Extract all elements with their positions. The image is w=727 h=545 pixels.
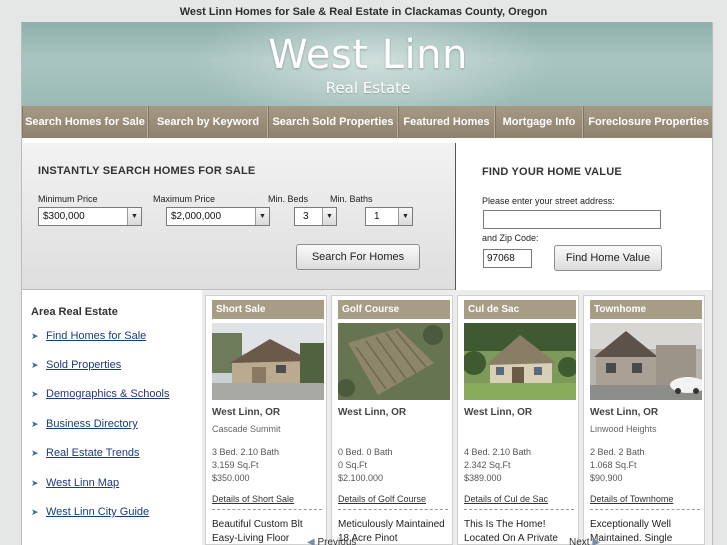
arrow-right-icon: ➤ [31, 331, 39, 341]
listing-card: Short Sale West Linn, OR Cascade Summit … [205, 295, 327, 545]
listing-beds-baths: 3 Bed. 2.10 Bath [212, 447, 280, 457]
site-frame: West Linn Real Estate Search Homes for S… [21, 22, 713, 545]
listing-sqft: 0 Sq.Ft [338, 460, 368, 470]
brand-name[interactable]: West Linn [22, 32, 712, 78]
listing-card: Townhome West Linn, OR Linwood Heights 2… [583, 295, 705, 545]
arrow-right-icon: ➤ [31, 478, 39, 488]
header-banner: West Linn Real Estate [22, 22, 712, 106]
nav-mortgage-info[interactable]: Mortgage Info [495, 106, 583, 138]
nav-featured-homes[interactable]: Featured Homes [398, 106, 495, 138]
listing-type: Cul de Sac [464, 300, 576, 319]
min-baths-label: Min. Baths [330, 194, 373, 204]
arrow-right-icon: ➤ [31, 448, 39, 458]
find-home-value-button[interactable]: Find Home Value [554, 245, 662, 271]
arrow-right-icon: ➤ [31, 507, 39, 517]
listing-description: Exceptionally Well Maintained. Single [590, 519, 673, 544]
page-title: West Linn Homes for Sale & Real Estate i… [179, 6, 548, 18]
sidebar-link-demographics[interactable]: ➤ Demographics & Schools [31, 388, 170, 400]
arrow-right-icon: ➤ [31, 419, 39, 429]
nav-search-keyword[interactable]: Search by Keyword [148, 106, 268, 138]
min-beds-label: Min. Beds [268, 194, 309, 204]
listing-type: Short Sale [212, 300, 324, 319]
listing-sqft: 1.068 Sq.Ft [590, 460, 637, 470]
listing-details-link[interactable]: Details of Cul de Sac [464, 494, 548, 504]
nav-foreclosure[interactable]: Foreclosure Properties [583, 106, 712, 138]
home-value-panel: FIND YOUR HOME VALUE Please enter your s… [455, 143, 712, 290]
next-link[interactable]: Next ▶ [569, 537, 600, 545]
sidebar-link-trends[interactable]: ➤ Real Estate Trends [31, 447, 140, 459]
home-value-heading: FIND YOUR HOME VALUE [482, 166, 622, 178]
street-address-input[interactable] [483, 210, 661, 229]
listing-details-link[interactable]: Details of Short Sale [212, 494, 294, 504]
chevron-down-icon: ▼ [127, 208, 141, 225]
listing-subdivision: Cascade Summit [212, 424, 281, 434]
listing-details-link[interactable]: Details of Golf Course [338, 494, 426, 504]
listing-type: Townhome [590, 300, 702, 319]
min-beds-value: 3 [303, 211, 309, 222]
divider [338, 509, 448, 510]
divider [212, 509, 322, 510]
listing-location: West Linn, OR [464, 407, 533, 418]
listing-photo[interactable] [212, 323, 324, 400]
search-for-homes-button[interactable]: Search For Homes [296, 244, 420, 270]
min-baths-select[interactable]: 1 ▼ [365, 207, 413, 226]
listing-beds-baths: 2 Bed. 2 Bath [590, 447, 645, 457]
brand-subtitle: Real Estate [325, 79, 411, 97]
zip-code-input[interactable]: 97068 [483, 249, 532, 268]
listing-sqft: 3.159 Sq.Ft [212, 460, 259, 470]
listing-sqft: 2.342 Sq.Ft [464, 460, 511, 470]
min-baths-value: 1 [374, 211, 380, 222]
min-price-value: $300,000 [43, 211, 85, 222]
divider [464, 509, 574, 510]
listing-beds-baths: 4 Bed. 2.10 Bath [464, 447, 532, 457]
listing-price: $350.000 [212, 473, 250, 483]
max-price-select[interactable]: $2,000,000 ▼ [166, 207, 270, 226]
main-nav: Search Homes for Sale Search by Keyword … [22, 106, 712, 138]
sidebar-link-city-guide[interactable]: ➤ West Linn City Guide [31, 506, 149, 518]
chevron-down-icon: ▼ [398, 208, 412, 225]
listing-location: West Linn, OR [212, 407, 281, 418]
listing-photo[interactable] [464, 323, 576, 400]
search-heading: INSTANTLY SEARCH HOMES FOR SALE [38, 165, 256, 177]
address-label: Please enter your street address: [482, 196, 615, 206]
search-panel: INSTANTLY SEARCH HOMES FOR SALE Minimum … [22, 143, 455, 290]
nav-search-homes[interactable]: Search Homes for Sale [22, 106, 148, 138]
listing-details-link[interactable]: Details of Townhome [590, 494, 673, 504]
listing-description: This Is The Home! Located On A Private [464, 519, 558, 544]
listing-location: West Linn, OR [590, 407, 659, 418]
arrow-right-icon: ➤ [31, 360, 39, 370]
chevron-left-icon: ◀ [307, 537, 318, 545]
chevron-right-icon: ▶ [589, 537, 601, 545]
sidebar-link-map[interactable]: ➤ West Linn Map [31, 477, 119, 489]
sidebar-link-business[interactable]: ➤ Business Directory [31, 418, 138, 430]
min-price-label: Minimum Price [38, 194, 98, 204]
sidebar-link-find-homes[interactable]: ➤ Find Homes for Sale [31, 330, 146, 342]
previous-link[interactable]: ◀ Previous [307, 537, 356, 545]
max-price-value: $2,000,000 [171, 211, 222, 222]
listing-card: Cul de Sac West Linn, OR 4 Bed. 2.10 Bat… [457, 295, 579, 545]
zip-label: and Zip Code: [482, 233, 539, 243]
listing-photo[interactable] [590, 323, 702, 400]
arrow-right-icon: ➤ [31, 389, 39, 399]
listing-type: Golf Course [338, 300, 450, 319]
listings-area: Short Sale West Linn, OR Cascade Summit … [202, 290, 712, 545]
nav-search-sold[interactable]: Search Sold Properties [268, 106, 398, 138]
listing-card: Golf Course West Linn, OR 0 Bed. 0 Bath … [331, 295, 453, 545]
listing-beds-baths: 0 Bed. 0 Bath [338, 447, 393, 457]
max-price-label: Maximum Price [153, 194, 216, 204]
sidebar-link-sold[interactable]: ➤ Sold Properties [31, 359, 121, 371]
min-beds-select[interactable]: 3 ▼ [294, 207, 337, 226]
divider [590, 509, 700, 510]
listing-subdivision: Linwood Heights [590, 424, 657, 434]
listing-price: $389.000 [464, 473, 502, 483]
sidebar-title: Area Real Estate [31, 306, 118, 318]
min-price-select[interactable]: $300,000 ▼ [38, 207, 142, 226]
chevron-down-icon: ▼ [322, 208, 336, 225]
listing-location: West Linn, OR [338, 407, 407, 418]
listing-price: $90.900 [590, 473, 623, 483]
listing-price: $2.100.000 [338, 473, 384, 483]
listing-photo[interactable] [338, 323, 450, 400]
chevron-down-icon: ▼ [255, 208, 269, 225]
